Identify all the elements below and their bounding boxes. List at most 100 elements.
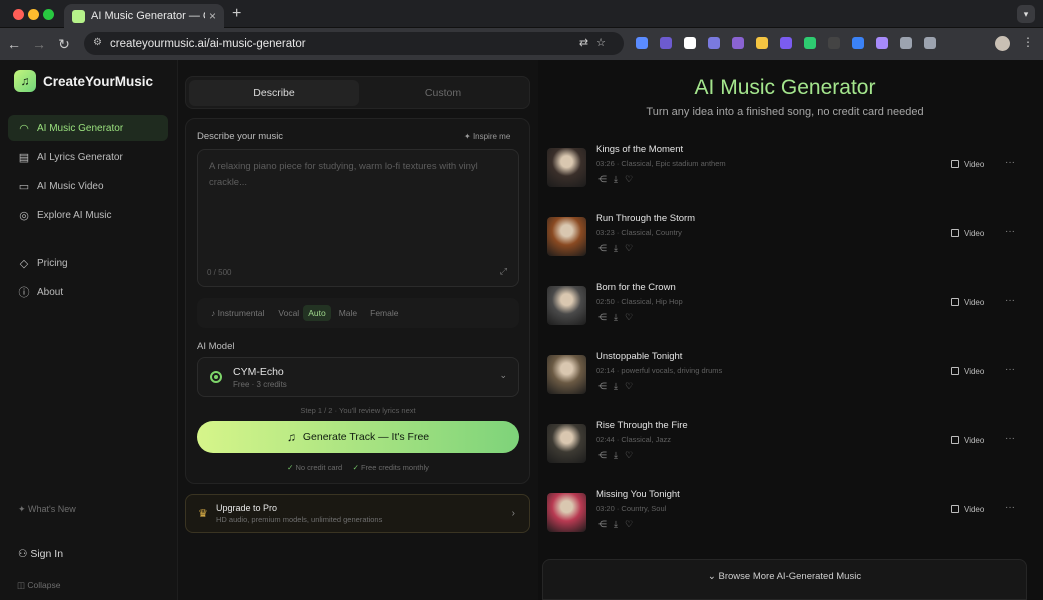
tab-custom[interactable]: Custom xyxy=(358,80,528,106)
sign-in-button[interactable]: ⚇ Sign In xyxy=(18,548,63,560)
chevron-right-icon: › xyxy=(511,508,515,519)
download-icon[interactable]: ⤓ xyxy=(614,519,625,529)
browser-extension-icon[interactable] xyxy=(780,37,792,49)
browser-extension-icon[interactable] xyxy=(636,37,648,49)
track-cover-image[interactable] xyxy=(547,493,586,532)
video-button[interactable]: Video xyxy=(951,229,984,238)
forward-arrow-icon[interactable]: → xyxy=(28,36,50,52)
track-title[interactable]: Born for the Crown xyxy=(596,282,676,293)
browser-extension-icon[interactable] xyxy=(852,37,864,49)
video-button[interactable]: Video xyxy=(951,436,984,445)
list-item[interactable]: Rise Through the Fire 02:44 · Classical, … xyxy=(547,418,1029,480)
browser-extension-icon[interactable] xyxy=(804,37,816,49)
vocal-option-male[interactable]: Male xyxy=(334,305,362,321)
sidebar-item-pricing[interactable]: ◇ Pricing xyxy=(8,250,168,276)
browser-menu-icon[interactable]: ⋮ xyxy=(1022,35,1034,49)
tab-describe[interactable]: Describe xyxy=(189,80,359,106)
track-title[interactable]: Missing You Tonight xyxy=(596,489,680,500)
download-icon[interactable]: ⤓ xyxy=(614,243,625,253)
upgrade-to-pro-banner[interactable]: ♛ Upgrade to Pro HD audio, premium model… xyxy=(185,494,530,533)
list-item[interactable]: Missing You Tonight 03:20 · Country, Soul… xyxy=(547,487,1029,549)
share-icon[interactable]: ⋲ xyxy=(598,312,614,322)
instrumental-toggle[interactable]: ♪ Instrumental xyxy=(211,308,264,318)
browser-extension-icon[interactable] xyxy=(684,37,696,49)
share-icon[interactable]: ⋲ xyxy=(598,381,614,391)
music-description-input[interactable]: A relaxing piano piece for studying, war… xyxy=(197,149,519,287)
download-icon[interactable]: ⤓ xyxy=(614,381,625,391)
sidebar-item-ai-lyrics-generator[interactable]: ▤ AI Lyrics Generator xyxy=(8,144,168,170)
list-item[interactable]: Kings of the Moment 03:26 · Classical, Ep… xyxy=(547,142,1029,204)
more-options-icon[interactable]: ··· xyxy=(1005,295,1015,306)
share-icon[interactable]: ⋲ xyxy=(598,243,614,253)
download-icon[interactable]: ⤓ xyxy=(614,312,625,322)
more-options-icon[interactable]: ··· xyxy=(1005,433,1015,444)
browser-extension-icon[interactable] xyxy=(756,37,768,49)
share-icon[interactable]: ⋲ xyxy=(598,450,614,460)
brand-logo[interactable]: ♫ CreateYourMusic xyxy=(14,70,153,92)
vocal-option-female[interactable]: Female xyxy=(365,305,403,321)
heart-icon[interactable]: ♡ xyxy=(625,381,640,391)
new-tab-button[interactable]: + xyxy=(232,5,241,23)
track-title[interactable]: Unstoppable Tonight xyxy=(596,351,682,362)
tab-search-chevron-icon[interactable]: ▾ xyxy=(1017,5,1035,23)
list-item[interactable]: Born for the Crown 02:50 · Classical, Hip… xyxy=(547,280,1029,342)
reload-icon[interactable]: ↻ xyxy=(53,36,75,53)
track-title[interactable]: Kings of the Moment xyxy=(596,144,683,155)
expand-icon[interactable]: ⤢ xyxy=(500,266,507,277)
heart-icon[interactable]: ♡ xyxy=(625,312,640,322)
more-options-icon[interactable]: ··· xyxy=(1005,226,1015,237)
track-cover-image[interactable] xyxy=(547,424,586,463)
share-icon[interactable]: ⋲ xyxy=(598,519,614,529)
vocal-option-auto[interactable]: Auto xyxy=(303,305,331,321)
heart-icon[interactable]: ♡ xyxy=(625,243,640,253)
heart-icon[interactable]: ♡ xyxy=(625,174,640,184)
close-window-button[interactable] xyxy=(13,9,24,20)
sidebar-item-about[interactable]: ⓘ About xyxy=(8,279,168,305)
download-icon[interactable]: ⤓ xyxy=(614,450,625,460)
share-icon[interactable]: ⋲ xyxy=(598,174,614,184)
sidebar-item-ai-music-video[interactable]: ▭ AI Music Video xyxy=(8,173,168,199)
video-button[interactable]: Video xyxy=(951,298,984,307)
whats-new-link[interactable]: ✦ What's New xyxy=(18,504,76,515)
generate-track-button[interactable]: ♫ Generate Track — It's Free xyxy=(197,421,519,453)
inspire-me-button[interactable]: ✦ Inspire me xyxy=(464,132,510,141)
collapse-sidebar-button[interactable]: ◫ Collapse xyxy=(17,580,60,591)
heart-icon[interactable]: ♡ xyxy=(625,450,640,460)
browser-extension-icon[interactable] xyxy=(660,37,672,49)
track-title[interactable]: Run Through the Storm xyxy=(596,213,695,224)
site-info-icon[interactable]: ⚙ xyxy=(93,37,102,48)
address-bar[interactable]: ⚙ createyourmusic.ai/ai-music-generator … xyxy=(84,32,624,55)
minimize-window-button[interactable] xyxy=(28,9,39,20)
track-cover-image[interactable] xyxy=(547,217,586,256)
sidebar-item-ai-music-generator[interactable]: ◠ AI Music Generator xyxy=(8,115,168,141)
heart-icon[interactable]: ♡ xyxy=(625,519,640,529)
sidebar-item-explore-ai-music[interactable]: ◎ Explore AI Music xyxy=(8,202,168,228)
browser-tab[interactable]: AI Music Generator — Create × xyxy=(64,4,224,28)
track-cover-image[interactable] xyxy=(547,355,586,394)
video-button[interactable]: Video xyxy=(951,505,984,514)
list-item[interactable]: Run Through the Storm 03:23 · Classical, … xyxy=(547,211,1029,273)
browser-extension-icon[interactable] xyxy=(732,37,744,49)
back-arrow-icon[interactable]: ← xyxy=(3,36,25,52)
video-button[interactable]: Video xyxy=(951,367,984,376)
translate-and-bookmark-icons[interactable]: ⇄☆ xyxy=(579,36,614,49)
more-options-icon[interactable]: ··· xyxy=(1005,364,1015,375)
browse-more-button[interactable]: ⌄ Browse More AI-Generated Music xyxy=(542,559,1027,600)
browser-extension-icon[interactable] xyxy=(924,37,936,49)
list-item[interactable]: Unstoppable Tonight 02:14 · powerful voca… xyxy=(547,349,1029,411)
video-button[interactable]: Video xyxy=(951,160,984,169)
browser-extension-icon[interactable] xyxy=(828,37,840,49)
ai-model-select[interactable]: CYM-Echo Free · 3 credits ⌄ xyxy=(197,357,519,397)
track-cover-image[interactable] xyxy=(547,286,586,325)
track-cover-image[interactable] xyxy=(547,148,586,187)
browser-extension-icon[interactable] xyxy=(708,37,720,49)
browser-extension-icon[interactable] xyxy=(876,37,888,49)
more-options-icon[interactable]: ··· xyxy=(1005,502,1015,513)
tab-close-icon[interactable]: × xyxy=(209,9,216,23)
maximize-window-button[interactable] xyxy=(43,9,54,20)
browser-extension-icon[interactable] xyxy=(900,37,912,49)
more-options-icon[interactable]: ··· xyxy=(1005,157,1015,168)
download-icon[interactable]: ⤓ xyxy=(614,174,625,184)
track-title[interactable]: Rise Through the Fire xyxy=(596,420,688,431)
profile-avatar[interactable] xyxy=(995,36,1010,51)
